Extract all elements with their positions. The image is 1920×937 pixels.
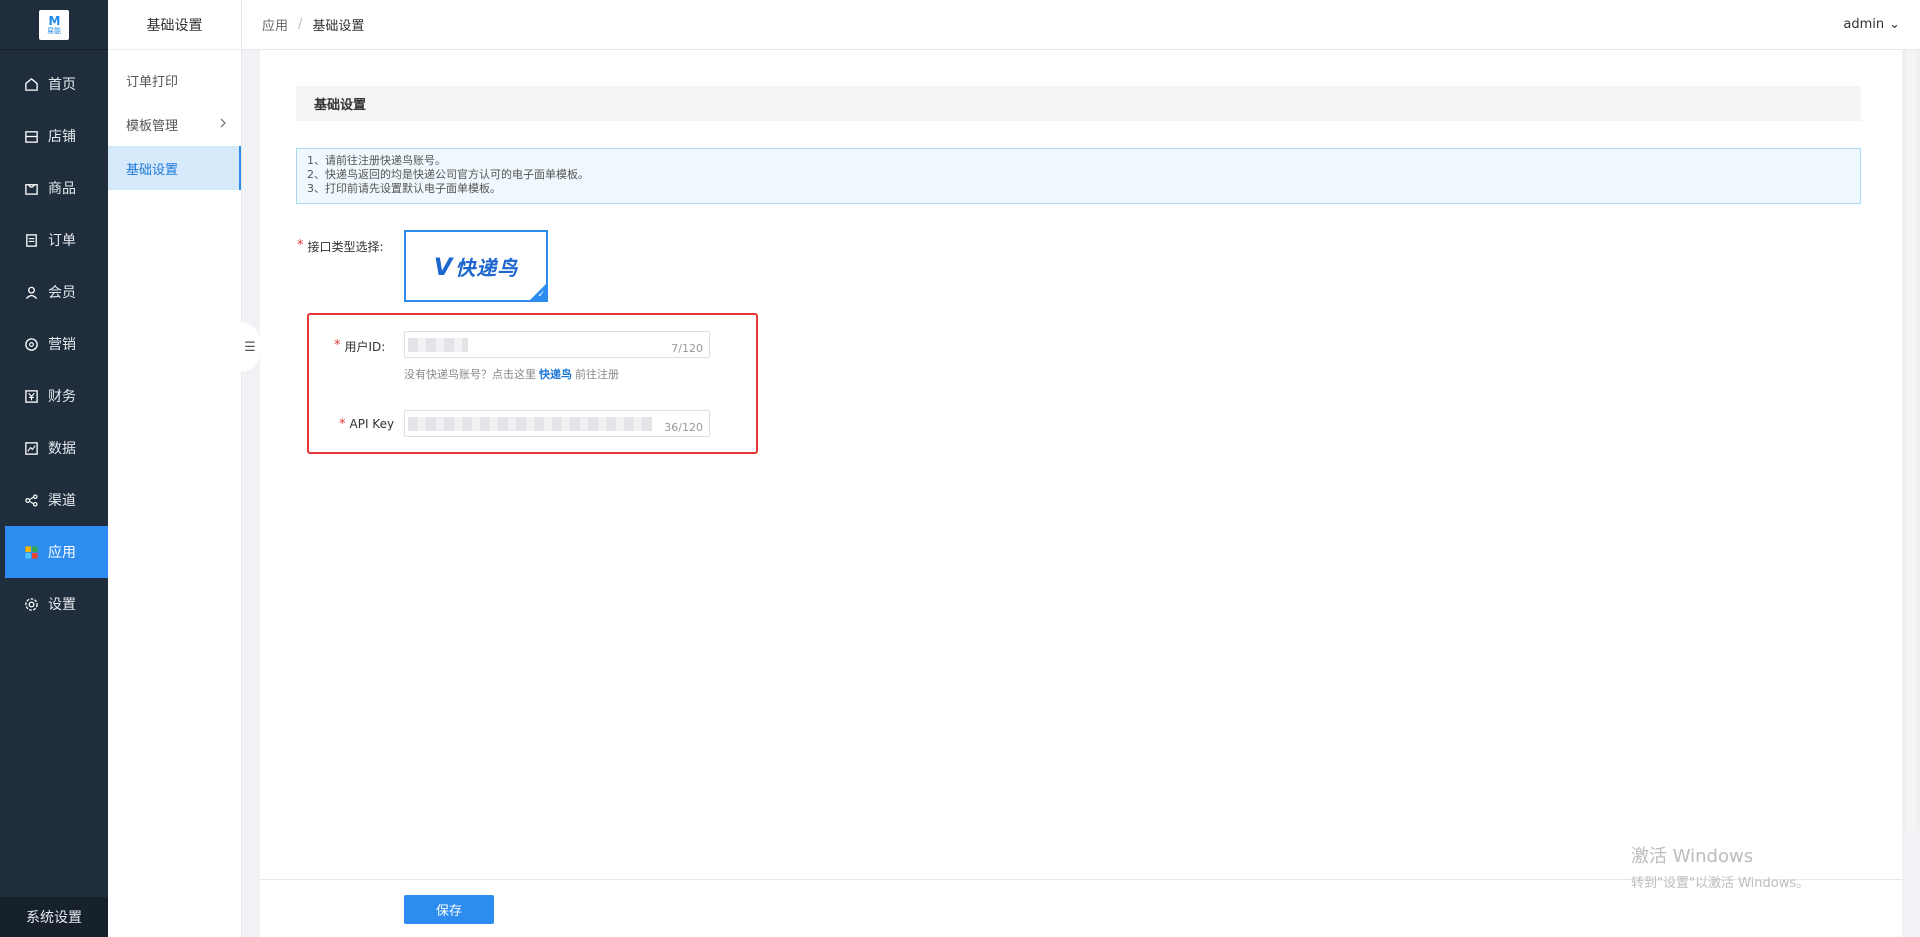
sidebar-item-label: 商品	[48, 181, 76, 197]
watermark-line-2: 转到"设置"以激活 Windows。	[1631, 876, 1810, 891]
sidebar-item-label: 会员	[48, 285, 76, 301]
submenu-title: 基础设置	[108, 0, 241, 50]
kdniao-logo: V 快递鸟	[433, 252, 519, 281]
top-bar: 应用 / 基础设置 admin ⌄	[242, 0, 1920, 50]
breadcrumb-current: 基础设置	[312, 19, 365, 34]
submenu-list: 订单打印 模板管理 基础设置	[108, 50, 241, 190]
sidebar-item-label: 设置	[48, 597, 76, 613]
section-title: 基础设置	[296, 86, 1861, 121]
notice-box: 1、请前往注册快递鸟账号。 2、快递鸟返回的均是快递公司官方认可的电子面单模板。…	[296, 148, 1861, 204]
chevron-right-icon	[219, 117, 227, 132]
watermark-line-1: 激活 Windows	[1631, 846, 1754, 867]
user-menu[interactable]: admin ⌄	[1843, 17, 1900, 32]
order-icon	[22, 231, 40, 249]
submenu-item-label: 基础设置	[126, 162, 179, 178]
required-mark: *	[334, 338, 341, 353]
kdniao-register-link[interactable]: 快递鸟	[539, 368, 572, 381]
api-type-label-row: * 接口类型选择:	[297, 238, 384, 255]
sidebar-item-settings[interactable]: 设置	[0, 578, 108, 630]
submenu-item-label: 模板管理	[126, 118, 179, 134]
sidebar-item-store[interactable]: 店铺	[0, 110, 108, 162]
logo-text: 易能	[47, 26, 61, 35]
store-icon	[22, 127, 40, 145]
username: admin	[1843, 17, 1885, 32]
main-nav: 首页 店铺 商品 订单 会员 营销 财务 数据 渠道 应用 设置	[0, 50, 108, 630]
logo-area[interactable]: M 易能	[0, 0, 108, 50]
breadcrumb-separator: /	[298, 17, 303, 32]
sidebar-item-label: 营销	[48, 337, 76, 353]
sidebar-item-label: 财务	[48, 389, 76, 405]
submenu-item-label: 订单打印	[126, 74, 179, 90]
sidebar-item-members[interactable]: 会员	[0, 266, 108, 318]
user-id-label-row: * 用户ID:	[334, 338, 385, 355]
apps-icon	[22, 543, 40, 561]
sidebar-item-label: 应用	[48, 545, 76, 561]
notice-line: 1、请前往注册快递鸟账号。	[307, 154, 446, 167]
required-mark: *	[297, 238, 304, 253]
chevron-down-icon: ⌄	[1889, 17, 1900, 32]
sidebar-item-channels[interactable]: 渠道	[0, 474, 108, 526]
required-mark: *	[339, 417, 346, 432]
scrollbar-thumb[interactable]	[1906, 50, 1916, 830]
user-id-label: 用户ID:	[344, 340, 386, 354]
sidebar-item-finance[interactable]: 财务	[0, 370, 108, 422]
api-key-label: API Key	[349, 417, 395, 431]
submenu-item-template-management[interactable]: 模板管理	[108, 102, 241, 146]
sidebar-item-marketing[interactable]: 营销	[0, 318, 108, 370]
system-settings-button[interactable]: 系统设置	[0, 897, 108, 937]
main-sidebar: M 易能 首页 店铺 商品 订单 会员 营销 财务 数据 渠道 应用 设置 系统…	[0, 0, 108, 937]
register-hint: 没有快递鸟账号？点击这里 快递鸟 前往注册	[404, 368, 619, 381]
vertical-scrollbar[interactable]	[1902, 50, 1920, 830]
sidebar-item-apps[interactable]: 应用	[5, 526, 108, 578]
channel-icon	[22, 491, 40, 509]
api-key-label-row: * API Key	[339, 417, 394, 432]
user-icon	[22, 283, 40, 301]
api-key-input[interactable]: 36/120	[404, 410, 710, 437]
user-id-input[interactable]: 7/120	[404, 331, 710, 358]
bag-icon	[22, 179, 40, 197]
windows-activation-watermark: 激活 Windows 转到"设置"以激活 Windows。	[1631, 842, 1809, 891]
sidebar-item-data[interactable]: 数据	[0, 422, 108, 474]
submenu-item-order-print[interactable]: 订单打印	[108, 58, 241, 102]
api-type-option-kdniao[interactable]: V 快递鸟 ✓	[404, 230, 548, 302]
menu-fold-icon: ☰	[244, 339, 256, 355]
submenu-item-basic-settings[interactable]: 基础设置	[108, 146, 241, 190]
notice-line: 2、快递鸟返回的均是快递公司官方认可的电子面单模板。	[307, 168, 589, 181]
sidebar-item-label: 首页	[48, 77, 76, 93]
home-icon	[22, 75, 40, 93]
notice-line: 3、打印前请先设置默认电子面单模板。	[307, 182, 501, 195]
check-icon: ✓	[537, 290, 545, 300]
logo: M 易能	[39, 9, 69, 40]
chart-icon	[22, 439, 40, 457]
logo-mark: M	[48, 13, 61, 28]
sidebar-item-label: 数据	[48, 441, 76, 457]
marketing-icon	[22, 335, 40, 353]
sidebar-item-home[interactable]: 首页	[0, 58, 108, 110]
masked-value	[408, 417, 652, 431]
sidebar-item-label: 订单	[48, 233, 76, 249]
main-content: 基础设置 1、请前往注册快递鸟账号。 2、快递鸟返回的均是快递公司官方认可的电子…	[260, 50, 1902, 937]
char-counter: 7/120	[671, 342, 703, 355]
sidebar-item-label: 渠道	[48, 493, 76, 509]
sidebar-item-label: 店铺	[48, 129, 76, 145]
sidebar-item-goods[interactable]: 商品	[0, 162, 108, 214]
collapse-menu-button[interactable]: ☰	[240, 322, 260, 372]
breadcrumb: 应用 / 基础设置	[262, 15, 364, 34]
gear-icon	[22, 595, 40, 613]
yen-icon	[22, 387, 40, 405]
breadcrumb-apps[interactable]: 应用	[262, 15, 288, 34]
save-button[interactable]: 保存	[404, 895, 494, 924]
masked-value	[408, 338, 468, 352]
char-counter: 36/120	[664, 421, 703, 434]
api-type-label: 接口类型选择:	[307, 240, 384, 254]
secondary-menu: 基础设置 订单打印 模板管理 基础设置	[108, 0, 242, 937]
sidebar-item-orders[interactable]: 订单	[0, 214, 108, 266]
